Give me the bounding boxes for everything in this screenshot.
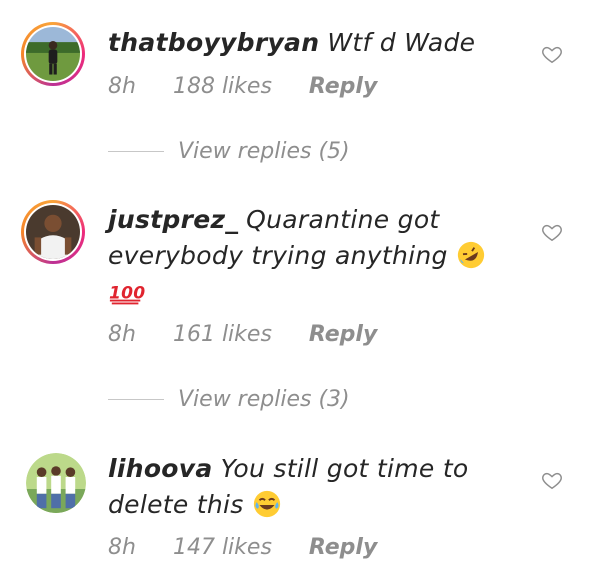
heart-icon[interactable] (541, 469, 563, 491)
comment-meta: 8h 147 likes Reply (108, 535, 407, 560)
heart-icon[interactable] (541, 221, 563, 243)
comment-username[interactable]: justprez_ (108, 205, 238, 234)
rolling-on-floor-laughing-emoji-icon (457, 241, 485, 269)
view-replies-button[interactable]: View replies (3) (108, 387, 350, 412)
reply-button[interactable]: Reply (309, 322, 377, 347)
comment-username[interactable]: lihoova (108, 454, 213, 483)
view-replies-button[interactable]: View replies (5) (108, 139, 350, 164)
comment-likes[interactable]: 147 likes (173, 535, 272, 560)
comment-likes[interactable]: 188 likes (173, 74, 272, 99)
divider-line (108, 151, 164, 152)
comment-meta: 8h 161 likes Reply (108, 322, 407, 347)
reply-button[interactable]: Reply (309, 74, 377, 99)
comment-time: 8h (108, 535, 136, 560)
view-replies-label: View replies (3) (178, 387, 350, 412)
man-white-shirt-avatar-icon (26, 205, 80, 259)
comment-likes[interactable]: 161 likes (173, 322, 272, 347)
avatar[interactable] (26, 453, 86, 513)
comment-body: thatboyybryan Wtf d Wade (108, 25, 528, 61)
comment-text: Wtf d Wade (327, 28, 476, 57)
hundred-points-emoji-icon: 100 (109, 284, 145, 305)
reply-button[interactable]: Reply (309, 535, 377, 560)
comment-time: 8h (108, 322, 136, 347)
comment-time: 8h (108, 74, 136, 99)
view-replies-label: View replies (5) (178, 139, 350, 164)
comment-username[interactable]: thatboyybryan (108, 28, 319, 57)
comment-body: justprez_ Quarantine got everybody trying… (108, 202, 528, 310)
tears-of-joy-emoji-icon (253, 490, 280, 518)
comment-body: lihoova You still got time to delete this (108, 451, 488, 523)
heart-icon[interactable] (541, 43, 563, 65)
avatar[interactable] (21, 22, 85, 86)
avatar[interactable] (21, 200, 85, 264)
comment-meta: 8h 188 likes Reply (108, 74, 407, 99)
person-on-grass-avatar-icon (26, 27, 80, 81)
divider-line (108, 399, 164, 400)
group-of-three-avatar-icon (26, 453, 86, 513)
